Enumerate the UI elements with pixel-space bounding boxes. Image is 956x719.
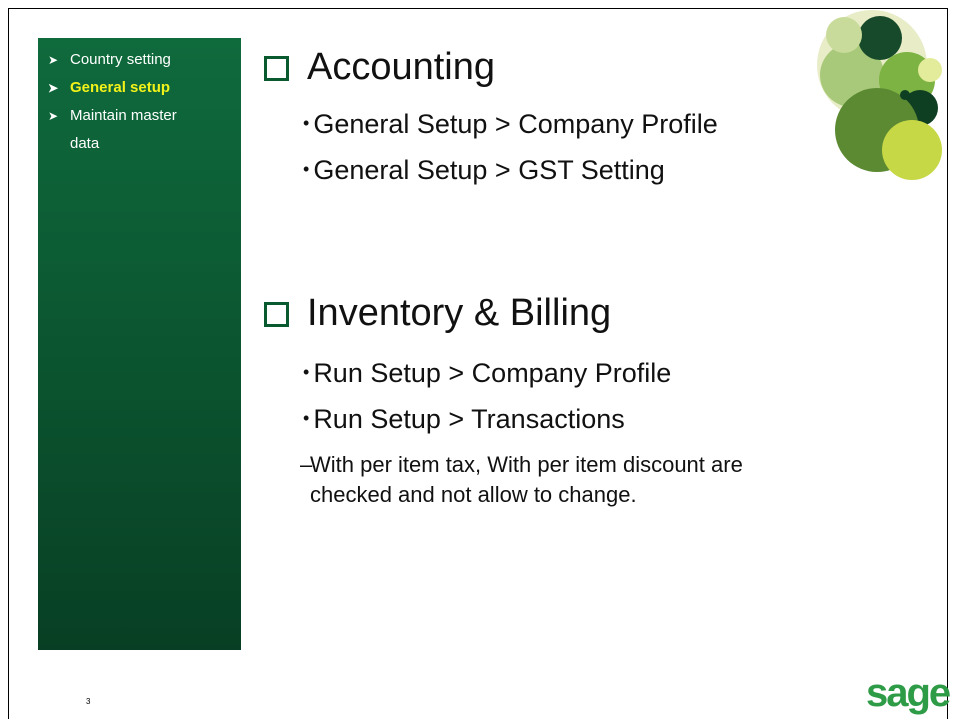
bullet-item: • Run Setup > Company Profile xyxy=(303,358,671,389)
sidebar-item-label: Country setting xyxy=(70,51,171,68)
bullet-text: General Setup > GST Setting xyxy=(313,155,665,185)
bullet-text: Run Setup > Company Profile xyxy=(313,358,672,388)
sub-note-text: With per item tax, With per item discoun… xyxy=(310,452,743,507)
sidebar-item-general-setup[interactable]: ➤ General setup xyxy=(48,74,238,102)
bullet-text: General Setup > Company Profile xyxy=(313,109,718,139)
sidebar-nav: ➤ Country setting ➤ General setup ➤ Main… xyxy=(48,46,238,158)
bullet-dot-icon: • xyxy=(303,362,310,382)
bullet-item: • General Setup > GST Setting xyxy=(303,155,665,186)
arrow-bullet-icon: ➤ xyxy=(48,109,59,123)
bullet-dot-icon: • xyxy=(303,408,310,428)
sub-note: – With per item tax, With per item disco… xyxy=(300,450,790,510)
section-title: Inventory & Billing xyxy=(307,292,612,334)
bullet-dot-icon: • xyxy=(303,113,310,133)
sidebar: ➤ Country setting ➤ General setup ➤ Main… xyxy=(38,38,241,650)
sage-logo: sage xyxy=(866,671,951,715)
checkbox-square-icon xyxy=(264,302,289,327)
slide-number: 3 xyxy=(86,697,91,706)
bullet-item: • General Setup > Company Profile xyxy=(303,109,718,140)
bullet-item: • Run Setup > Transactions xyxy=(303,404,625,435)
arrow-bullet-icon: ➤ xyxy=(48,81,59,95)
sidebar-item-country-setting[interactable]: ➤ Country setting xyxy=(48,46,238,74)
dash-bullet-icon: – xyxy=(300,452,313,477)
sidebar-item-data-continuation[interactable]: data xyxy=(48,130,238,158)
sidebar-item-label: General setup xyxy=(70,79,171,96)
checkbox-square-icon xyxy=(264,56,289,81)
sidebar-item-maintain-master-data[interactable]: ➤ Maintain master xyxy=(48,102,238,130)
section-heading-inventory-billing: Inventory & Billing xyxy=(264,292,611,335)
bullet-dot-icon: • xyxy=(303,159,310,179)
leaf-decoration-icon xyxy=(817,10,942,180)
bullet-text: Run Setup > Transactions xyxy=(313,404,625,434)
sidebar-item-label: data xyxy=(70,135,100,152)
arrow-bullet-icon: ➤ xyxy=(48,53,59,67)
section-title: Accounting xyxy=(307,46,496,88)
sidebar-item-label: Maintain master xyxy=(70,107,177,124)
section-heading-accounting: Accounting xyxy=(264,46,495,89)
